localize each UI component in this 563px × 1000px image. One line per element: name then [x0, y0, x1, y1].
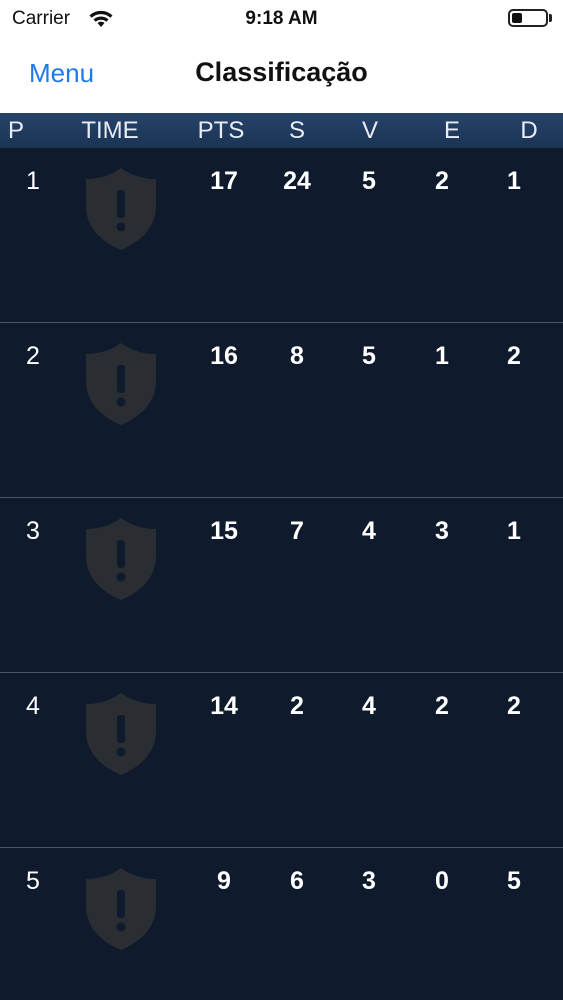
row-position: 2 — [26, 342, 40, 370]
row-position: 1 — [26, 167, 40, 195]
table-row[interactable]: 1 17 24 5 2 1 — [0, 148, 563, 323]
row-points: 14 — [210, 692, 238, 720]
standings-header: P TIME PTS S V E D — [0, 113, 563, 148]
header-position: P — [7, 117, 24, 144]
row-goal-balance: 8 — [290, 342, 304, 370]
status-bar: Carrier 9:18 AM — [0, 0, 563, 40]
row-draws: 0 — [435, 867, 449, 895]
row-position: 4 — [26, 692, 40, 720]
team-shield-placeholder-icon — [84, 516, 158, 602]
row-points: 15 — [210, 517, 238, 545]
row-draws: 2 — [435, 692, 449, 720]
team-shield-placeholder-icon — [84, 166, 158, 252]
row-goal-balance: 24 — [283, 167, 311, 195]
row-losses: 2 — [507, 692, 521, 720]
header-points: PTS — [197, 117, 245, 144]
row-wins: 5 — [362, 342, 376, 370]
row-losses: 1 — [507, 167, 521, 195]
row-goal-balance: 2 — [290, 692, 304, 720]
row-points: 9 — [217, 867, 231, 895]
header-team: TIME — [81, 117, 139, 144]
row-position: 3 — [26, 517, 40, 545]
row-losses: 2 — [507, 342, 521, 370]
battery-icon — [508, 9, 548, 27]
table-row[interactable]: 3 15 7 4 3 1 — [0, 498, 563, 673]
table-row[interactable]: 4 14 2 4 2 2 — [0, 673, 563, 848]
header-goal-balance: S — [288, 117, 305, 144]
clock: 9:18 AM — [245, 8, 318, 29]
row-losses: 1 — [507, 517, 521, 545]
row-wins: 3 — [362, 867, 376, 895]
page-title: Classificação — [195, 57, 368, 87]
team-shield-placeholder-icon — [84, 341, 158, 427]
header-wins: V — [361, 117, 378, 144]
row-goal-balance: 7 — [290, 517, 304, 545]
row-losses: 5 — [507, 867, 521, 895]
row-wins: 5 — [362, 167, 376, 195]
row-draws: 3 — [435, 517, 449, 545]
team-shield-placeholder-icon — [84, 866, 158, 952]
row-draws: 1 — [435, 342, 449, 370]
table-row[interactable]: 5 9 6 3 0 5 — [0, 848, 563, 1000]
row-goal-balance: 6 — [290, 867, 304, 895]
row-points: 16 — [210, 342, 238, 370]
standings-screen: Carrier 9:18 AM Menu Classificação P TIM… — [0, 0, 563, 1000]
battery-level — [512, 13, 522, 23]
row-wins: 4 — [362, 517, 376, 545]
header-draws: E — [443, 117, 460, 144]
battery-cap — [549, 14, 552, 22]
row-points: 17 — [210, 167, 238, 195]
row-position: 5 — [26, 867, 40, 895]
header-losses: D — [520, 117, 538, 144]
row-wins: 4 — [362, 692, 376, 720]
table-row[interactable]: 2 16 8 5 1 2 — [0, 323, 563, 498]
navigation-bar: Menu Classificação — [0, 40, 563, 113]
team-shield-placeholder-icon — [84, 691, 158, 777]
row-draws: 2 — [435, 167, 449, 195]
